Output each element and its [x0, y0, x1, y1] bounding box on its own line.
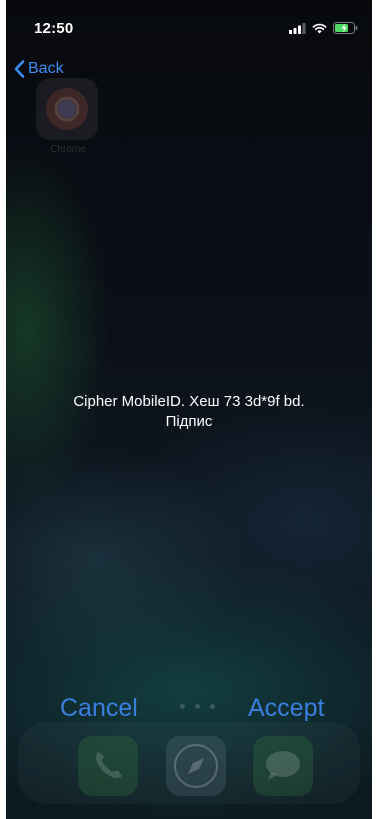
page-indicator: [180, 704, 215, 709]
phone-icon: [78, 736, 138, 796]
cellular-signal-icon: [289, 22, 306, 34]
back-button[interactable]: Back: [14, 60, 64, 78]
accept-button[interactable]: Accept: [248, 694, 324, 723]
messages-icon: [253, 736, 313, 796]
message-line-2: Підпис: [165, 413, 213, 430]
chrome-app-icon: [36, 78, 98, 140]
chevron-left-icon: [14, 60, 25, 78]
status-time: 12:50: [34, 20, 74, 37]
status-bar: 12:50: [6, 0, 372, 52]
wifi-icon: [312, 23, 327, 33]
page-dot: [210, 704, 215, 709]
chrome-app-label: Chrome: [50, 144, 86, 155]
battery-charging-icon: [333, 22, 358, 34]
back-label: Back: [28, 60, 64, 77]
page-dot: [180, 704, 185, 709]
page-dot: [195, 704, 200, 709]
status-icons: [289, 22, 358, 34]
cancel-button[interactable]: Cancel: [60, 694, 138, 723]
message-line-1: Cipher MobileID. Хеш 73 3d*9f bd.: [73, 393, 305, 410]
signature-request-message: Cipher MobileID. Хеш 73 3d*9f bd. Підпис: [26, 392, 352, 432]
safari-icon: [166, 736, 226, 796]
phone-screen: Chrome 12:50 Back Cipher MobileID. Хеш 7…: [6, 0, 372, 819]
